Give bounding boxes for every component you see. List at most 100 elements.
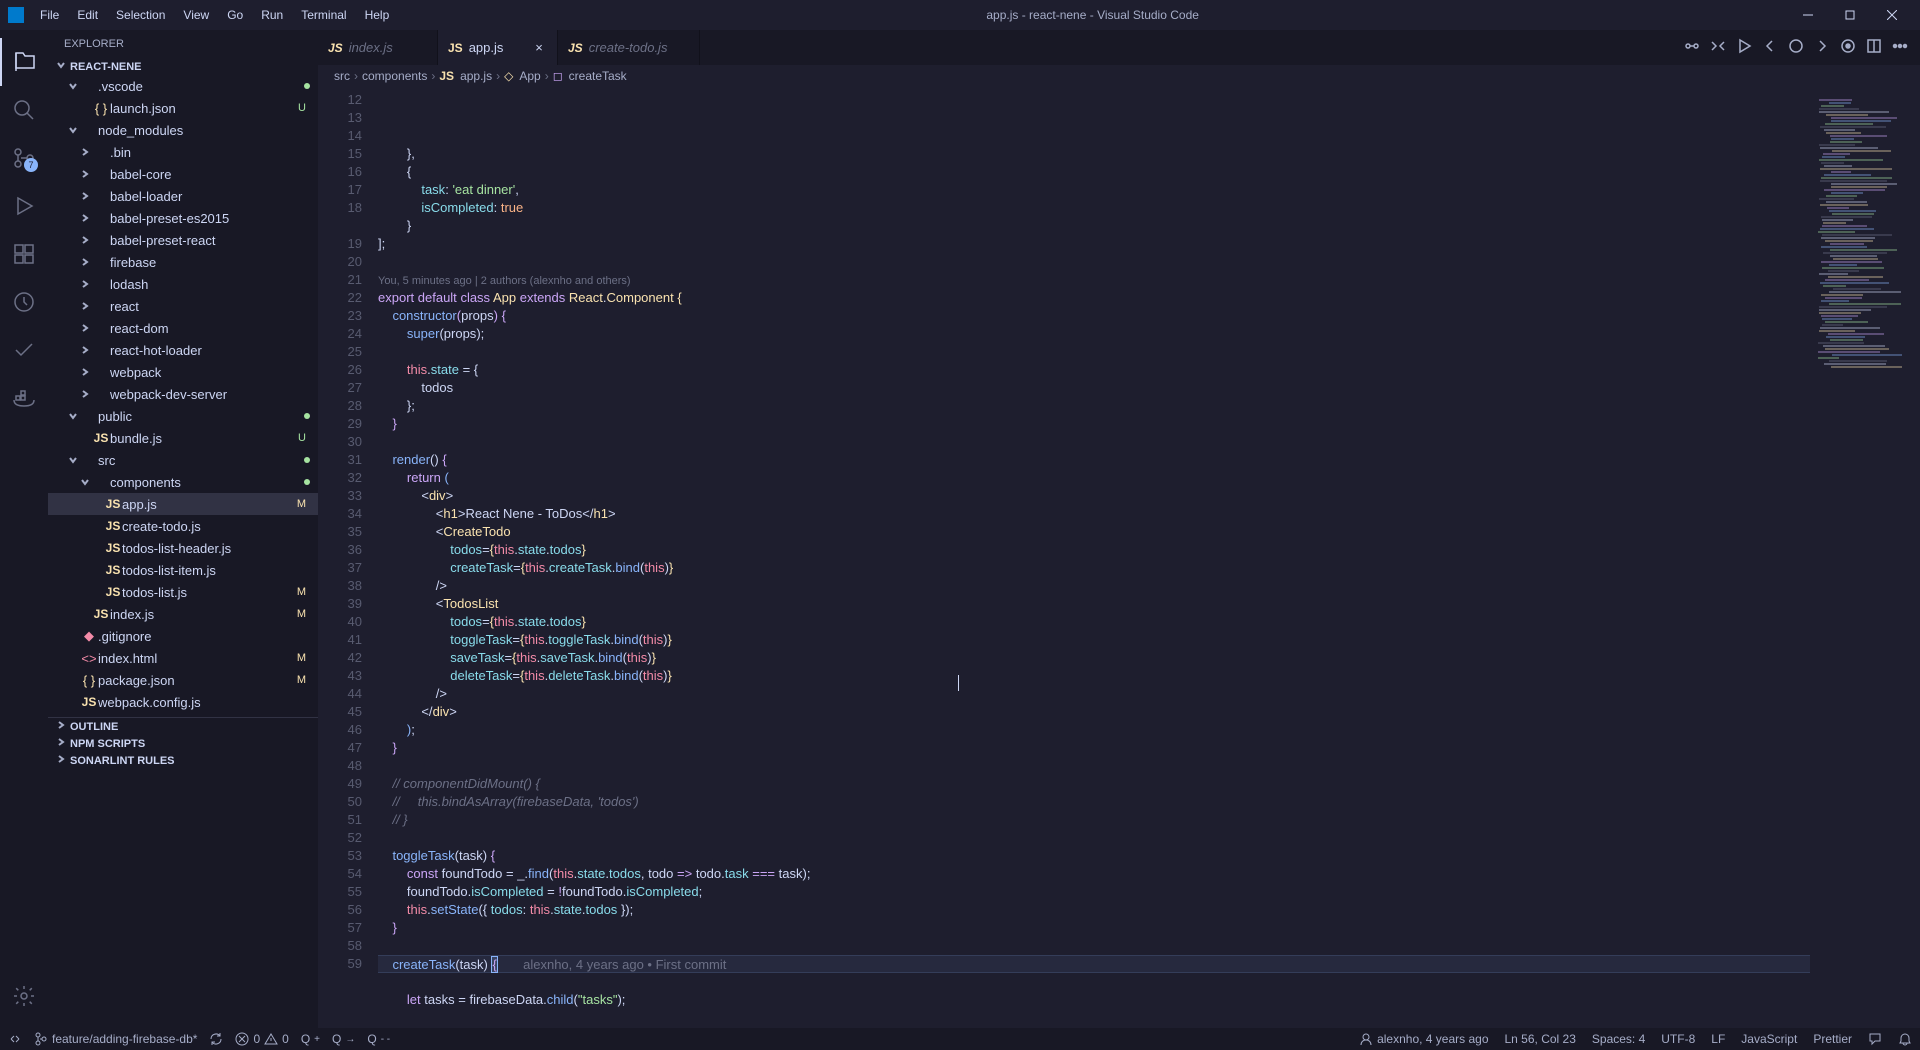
code-line[interactable] <box>378 937 1810 955</box>
search-plus[interactable]: Q+ <box>301 1032 320 1046</box>
folder-babel-preset-es2015[interactable]: babel-preset-es2015 <box>48 207 318 229</box>
code-line[interactable]: // } <box>378 811 1810 829</box>
cursor-position[interactable]: Ln 56, Col 23 <box>1505 1032 1576 1046</box>
npm-scripts-section[interactable]: NPM Scripts <box>48 735 318 752</box>
folder-node-modules[interactable]: node_modules <box>48 119 318 141</box>
minimap[interactable] <box>1810 87 1920 1028</box>
menu-go[interactable]: Go <box>219 4 251 26</box>
code-line[interactable]: constructor(props) { <box>378 307 1810 325</box>
code-line[interactable] <box>378 1009 1810 1027</box>
code-line[interactable]: saveTask={this.saveTask.bind(this)} <box>378 649 1810 667</box>
extensions-activity[interactable] <box>0 230 48 278</box>
menu-help[interactable]: Help <box>357 4 398 26</box>
close-tab-icon[interactable]: × <box>531 40 547 56</box>
code-line[interactable]: ]; <box>378 235 1810 253</box>
code-line[interactable]: }; <box>378 397 1810 415</box>
run-debug-activity[interactable] <box>0 182 48 230</box>
minimize-button[interactable] <box>1788 1 1828 29</box>
feedback-icon[interactable] <box>1868 1032 1882 1046</box>
tab-create-todo-js[interactable]: JScreate-todo.js <box>558 30 700 65</box>
code-line[interactable]: <CreateTodo <box>378 523 1810 541</box>
code-line[interactable]: this.state = { <box>378 361 1810 379</box>
code-line[interactable]: this.setState({ todos: this.state.todos … <box>378 901 1810 919</box>
file-webpack-config-js[interactable]: JSwebpack.config.js <box>48 691 318 713</box>
testing-activity[interactable] <box>0 326 48 374</box>
file-index-js[interactable]: JSindex.jsM <box>48 603 318 625</box>
code-line[interactable] <box>378 973 1810 991</box>
prev-change-icon[interactable] <box>1762 38 1778 57</box>
menu-terminal[interactable]: Terminal <box>293 4 354 26</box>
compare-icon[interactable] <box>1710 38 1726 57</box>
code-line[interactable]: foundTodo.isCompleted = !foundTodo.isCom… <box>378 883 1810 901</box>
settings-activity[interactable] <box>0 972 48 1020</box>
code-line[interactable]: You, 5 minutes ago | 2 authors (alexnho … <box>378 271 1810 289</box>
notifications-icon[interactable] <box>1898 1032 1912 1046</box>
code-line[interactable]: <h1>React Nene - ToDos</h1> <box>378 505 1810 523</box>
explorer-activity[interactable] <box>0 38 48 86</box>
code-editor[interactable]: }, { task: 'eat dinner', isCompleted: tr… <box>378 87 1810 1028</box>
menu-file[interactable]: File <box>32 4 67 26</box>
blame-indicator[interactable]: alexnho, 4 years ago <box>1359 1032 1488 1046</box>
next-change-icon[interactable] <box>1814 38 1830 57</box>
project-header[interactable]: REACT-NENE <box>48 58 318 75</box>
code-line[interactable]: createTask={this.createTask.bind(this)} <box>378 559 1810 577</box>
gitlens-toggle-icon[interactable] <box>1684 38 1700 57</box>
code-line[interactable]: }, <box>378 145 1810 163</box>
code-line[interactable]: deleteTask={this.deleteTask.bind(this)} <box>378 667 1810 685</box>
sync-indicator[interactable] <box>209 1032 223 1046</box>
code-line[interactable]: /> <box>378 577 1810 595</box>
folder-firebase[interactable]: firebase <box>48 251 318 273</box>
file-app-js[interactable]: JSapp.jsM <box>48 493 318 515</box>
file-todos-list-js[interactable]: JStodos-list.jsM <box>48 581 318 603</box>
breadcrumb-segment[interactable]: src <box>334 69 350 83</box>
code-line[interactable]: ); <box>378 721 1810 739</box>
file-launch-json[interactable]: { }launch.jsonU <box>48 97 318 119</box>
folder-lodash[interactable]: lodash <box>48 273 318 295</box>
search-minus[interactable]: Q→ <box>332 1032 355 1046</box>
file-todos-list-item-js[interactable]: JStodos-list-item.js <box>48 559 318 581</box>
folder-react-dom[interactable]: react-dom <box>48 317 318 339</box>
folder-webpack-dev-server[interactable]: webpack-dev-server <box>48 383 318 405</box>
run-icon[interactable] <box>1736 38 1752 57</box>
code-line[interactable]: } <box>378 739 1810 757</box>
branch-indicator[interactable]: feature/adding-firebase-db* <box>34 1032 197 1046</box>
code-line[interactable]: todos={this.state.todos} <box>378 541 1810 559</box>
code-line[interactable]: todos <box>378 379 1810 397</box>
folder-webpack[interactable]: webpack <box>48 361 318 383</box>
gitlens-activity[interactable] <box>0 278 48 326</box>
source-control-activity[interactable]: 7 <box>0 134 48 182</box>
code-line[interactable] <box>378 433 1810 451</box>
indentation[interactable]: Spaces: 4 <box>1592 1032 1645 1046</box>
folder-react[interactable]: react <box>48 295 318 317</box>
code-line[interactable]: // componentDidMount() { <box>378 775 1810 793</box>
sonarlint-section[interactable]: SonarLint Rules <box>48 752 318 769</box>
folder-components[interactable]: components <box>48 471 318 493</box>
more-icon[interactable] <box>1892 38 1908 57</box>
code-line[interactable]: isCompleted: true <box>378 199 1810 217</box>
file--gitignore[interactable]: ◆.gitignore <box>48 625 318 647</box>
code-line[interactable]: super(props); <box>378 325 1810 343</box>
encoding[interactable]: UTF-8 <box>1661 1032 1695 1046</box>
code-line[interactable]: return ( <box>378 469 1810 487</box>
menu-edit[interactable]: Edit <box>69 4 106 26</box>
code-line[interactable]: </div> <box>378 703 1810 721</box>
code-line[interactable]: } <box>378 217 1810 235</box>
code-line[interactable]: } <box>378 919 1810 937</box>
folder-babel-core[interactable]: babel-core <box>48 163 318 185</box>
breadcrumb-segment[interactable]: components <box>362 69 427 83</box>
close-button[interactable] <box>1872 1 1912 29</box>
search-activity[interactable] <box>0 86 48 134</box>
code-line[interactable]: <TodosList <box>378 595 1810 613</box>
menu-run[interactable]: Run <box>253 4 291 26</box>
maximize-button[interactable] <box>1830 1 1870 29</box>
folder-react-hot-loader[interactable]: react-hot-loader <box>48 339 318 361</box>
problems-indicator[interactable]: 0 0 <box>235 1032 288 1046</box>
code-line[interactable]: let tasks = firebaseData.child("tasks"); <box>378 991 1810 1009</box>
code-line[interactable] <box>378 253 1810 271</box>
folder--vscode[interactable]: .vscode <box>48 75 318 97</box>
code-line[interactable]: <div> <box>378 487 1810 505</box>
folder--bin[interactable]: .bin <box>48 141 318 163</box>
search-dash[interactable]: Q- - <box>367 1032 390 1046</box>
file-index-html[interactable]: <>index.htmlM <box>48 647 318 669</box>
code-line[interactable]: export default class App extends React.C… <box>378 289 1810 307</box>
